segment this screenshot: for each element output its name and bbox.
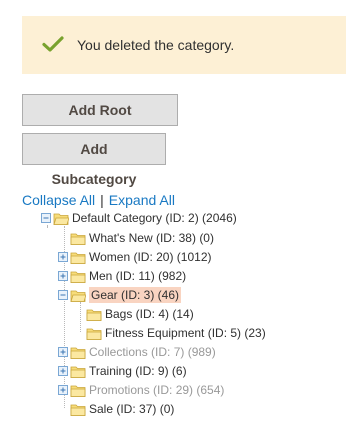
tree-node-label: Fitness Equipment (ID: 5) (23) bbox=[105, 326, 266, 340]
tree-controls: Collapse All | Expand All bbox=[22, 192, 175, 208]
tree-node-label: Training (ID: 9) (6) bbox=[89, 364, 187, 378]
collapse-all-link[interactable]: Collapse All bbox=[22, 192, 95, 208]
tree-node-selected[interactable]: Gear (ID: 3) (46) bbox=[58, 286, 182, 304]
folder-icon bbox=[86, 328, 102, 340]
collapse-toggle-icon[interactable] bbox=[58, 290, 68, 300]
tree-node[interactable]: Training (ID: 9) (6) bbox=[58, 362, 187, 380]
tree-node-disabled[interactable]: Promotions (ID: 29) (654) bbox=[58, 381, 224, 399]
folder-icon bbox=[70, 252, 86, 264]
collapse-toggle-icon[interactable] bbox=[41, 213, 51, 223]
tree-node-label: Bags (ID: 4) (14) bbox=[105, 307, 194, 321]
folder-icon bbox=[70, 233, 86, 245]
tree-node[interactable]: Sale (ID: 37) (0) bbox=[70, 400, 174, 418]
tree-node-label: Promotions (ID: 29) (654) bbox=[89, 383, 225, 397]
folder-icon bbox=[70, 271, 86, 283]
expand-toggle-icon[interactable] bbox=[58, 347, 68, 357]
expand-toggle-icon[interactable] bbox=[58, 271, 68, 281]
tree-node[interactable]: Men (ID: 11) (982) bbox=[58, 267, 186, 285]
tree-node-label: What's New (ID: 38) (0) bbox=[89, 231, 214, 245]
tree-root[interactable]: Default Category (ID: 2) (2046) bbox=[41, 209, 237, 227]
add-subcategory-button[interactable]: Add Subcategory bbox=[22, 133, 166, 187]
expand-all-link[interactable]: Expand All bbox=[109, 192, 175, 208]
tree-node-label: Collections (ID: 7) (989) bbox=[89, 345, 216, 359]
tree-node-disabled[interactable]: Collections (ID: 7) (989) bbox=[58, 343, 216, 361]
expand-toggle-icon[interactable] bbox=[58, 252, 68, 262]
expand-toggle-icon[interactable] bbox=[58, 385, 68, 395]
tree-node[interactable]: Fitness Equipment (ID: 5) (23) bbox=[86, 324, 266, 342]
add-root-category-button[interactable]: Add Root Category bbox=[22, 94, 178, 148]
tree-node-label: Men (ID: 11) (982) bbox=[89, 269, 187, 283]
folder-icon bbox=[70, 404, 86, 416]
checkmark-icon bbox=[42, 36, 64, 52]
expand-toggle-icon[interactable] bbox=[58, 366, 68, 376]
folder-icon bbox=[86, 309, 102, 321]
tree-node-label: Women (ID: 20) (1012) bbox=[89, 250, 212, 264]
tree-guide-line bbox=[80, 302, 81, 332]
folder-open-icon bbox=[70, 290, 86, 302]
tree-node-label: Default Category (ID: 2) (2046) bbox=[72, 211, 237, 225]
success-message: You deleted the category. bbox=[22, 16, 346, 74]
folder-icon bbox=[70, 366, 86, 378]
folder-icon bbox=[70, 385, 86, 397]
separator: | bbox=[100, 192, 104, 208]
tree-node-label: Sale (ID: 37) (0) bbox=[89, 402, 175, 416]
tree-node[interactable]: Bags (ID: 4) (14) bbox=[86, 305, 194, 323]
folder-icon bbox=[70, 347, 86, 359]
tree-node[interactable]: Women (ID: 20) (1012) bbox=[58, 248, 212, 266]
message-text: You deleted the category. bbox=[77, 37, 235, 53]
tree-node-label: Gear (ID: 3) (46) bbox=[89, 287, 182, 303]
tree-node[interactable]: What's New (ID: 38) (0) bbox=[70, 229, 214, 247]
folder-open-icon bbox=[53, 213, 69, 225]
